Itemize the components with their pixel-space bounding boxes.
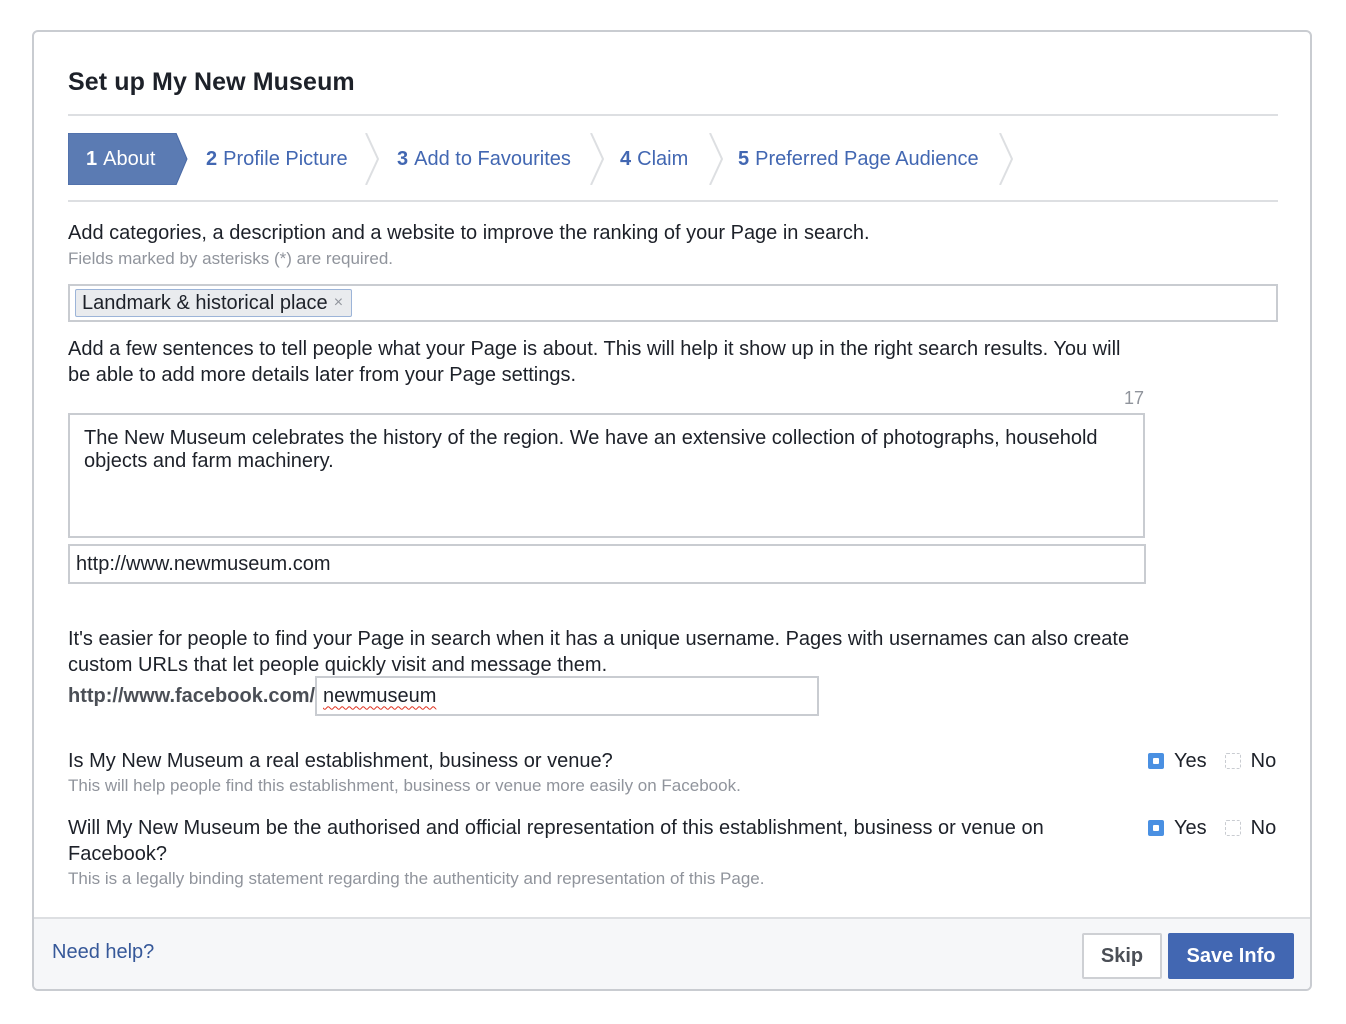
tab-step-1-about[interactable]: 1 About	[68, 133, 188, 185]
official-representation-no-option[interactable]: No	[1224, 816, 1277, 840]
step-number: 4	[620, 147, 632, 170]
radio-checked-icon[interactable]	[1148, 753, 1164, 769]
skip-button[interactable]: Skip	[1082, 933, 1162, 979]
need-help-link[interactable]: Need help?	[52, 941, 154, 964]
question-real-establishment: Is My New Museum a real establishment, b…	[68, 750, 613, 772]
username-value: newmuseum	[323, 684, 437, 707]
dialog-title: Set up My New Museum	[68, 68, 355, 96]
tab-step-4-claim[interactable]: 4 Claim	[592, 133, 724, 185]
tab-step-2-profile-picture[interactable]: 2 Profile Picture	[178, 133, 380, 185]
no-label: No	[1250, 749, 1277, 772]
step-label: Add to Favourites	[414, 147, 571, 170]
real-establishment-yes-option[interactable]: Yes	[1148, 750, 1207, 773]
username-prompt: It's easier for people to find your Page…	[68, 628, 1130, 676]
step-label: Preferred Page Audience	[755, 147, 979, 170]
step-number: 2	[206, 147, 218, 170]
radio-unchecked-icon[interactable]	[1224, 753, 1241, 769]
real-establishment-radio-group: Yes No	[1148, 748, 1276, 774]
step-number: 5	[738, 147, 750, 170]
category-input[interactable]: Landmark & historical place ×	[68, 284, 1278, 322]
about-intro-text: Add categories, a description and a webs…	[68, 222, 870, 244]
dialog-content: Set up My New Museum 1 About 2 Profile P…	[68, 32, 1278, 917]
setup-dialog: Set up My New Museum 1 About 2 Profile P…	[32, 30, 1312, 991]
yes-label: Yes	[1174, 749, 1207, 772]
category-tag: Landmark & historical place ×	[75, 289, 353, 317]
title-divider	[68, 114, 1278, 116]
step-label: Claim	[637, 147, 689, 170]
character-counter: 17	[1123, 388, 1144, 408]
tab-step-3-add-to-favourites[interactable]: 3 Add to Favourites	[369, 133, 605, 185]
username-input[interactable]: newmuseum	[315, 676, 819, 716]
step-label: About	[103, 147, 156, 170]
category-tag-label: Landmark & historical place	[82, 291, 328, 314]
facebook-url-prefix: http://www.facebook.com/	[68, 685, 316, 707]
save-info-button[interactable]: Save Info	[1168, 933, 1294, 979]
description-textarea[interactable]: The New Museum celebrates the history of…	[68, 413, 1145, 538]
question-official-representation-hint: This is a legally binding statement rega…	[68, 869, 765, 888]
step-label: Profile Picture	[223, 147, 348, 170]
step-number: 1	[86, 147, 98, 170]
step-number: 3	[397, 147, 409, 170]
steps-divider	[68, 200, 1278, 202]
step-tabs: 1 About 2 Profile Picture 3 Add to Favou…	[68, 133, 1028, 185]
radio-checked-icon[interactable]	[1148, 820, 1164, 836]
radio-unchecked-icon[interactable]	[1224, 820, 1241, 836]
website-input[interactable]: http://www.newmuseum.com	[68, 544, 1146, 584]
yes-label: Yes	[1174, 816, 1207, 839]
remove-tag-icon[interactable]: ×	[334, 294, 343, 312]
dialog-footer: Need help? Skip Save Info	[34, 917, 1310, 989]
official-representation-radio-group: Yes No	[1148, 815, 1276, 841]
question-real-establishment-hint: This will help people find this establis…	[68, 776, 741, 795]
real-establishment-no-option[interactable]: No	[1224, 749, 1277, 773]
no-label: No	[1250, 816, 1277, 839]
description-prompt: Add a few sentences to tell people what …	[68, 338, 1121, 386]
tab-step-5-preferred-page-audience[interactable]: 5 Preferred Page Audience	[710, 133, 1014, 185]
required-fields-hint: Fields marked by asterisks (*) are requi…	[68, 249, 394, 268]
official-representation-yes-option[interactable]: Yes	[1148, 817, 1207, 840]
question-official-representation: Will My New Museum be the authorised and…	[68, 817, 1044, 865]
website-value: http://www.newmuseum.com	[76, 552, 331, 575]
